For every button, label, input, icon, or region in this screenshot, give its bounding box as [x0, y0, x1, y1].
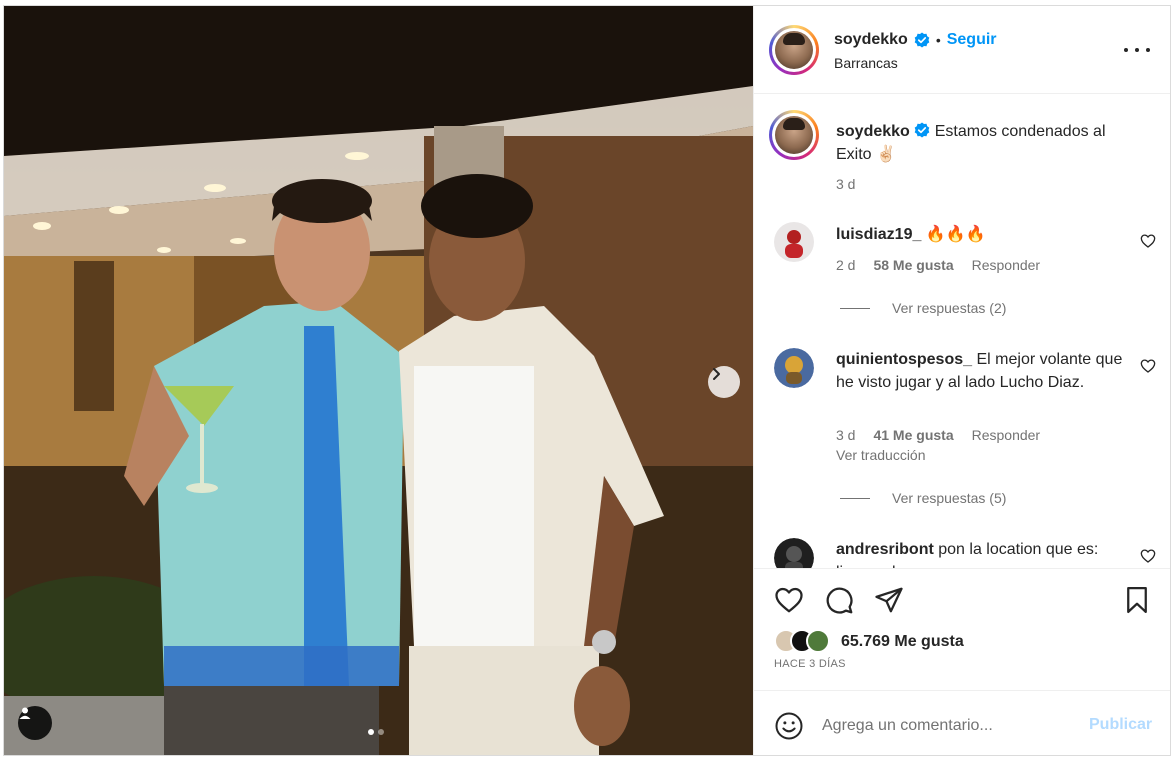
commenter-avatar[interactable]	[774, 222, 814, 262]
comment-text-block: andresribont pon la location que es: liv…	[836, 538, 1136, 568]
save-bookmark-icon[interactable]	[1122, 585, 1152, 615]
comment-likes[interactable]: 58 Me gusta	[873, 257, 953, 273]
likers-avatars[interactable]	[774, 629, 830, 653]
next-photo-button[interactable]	[708, 366, 740, 398]
caption-text-block: soydekko Estamos condenados al Exito ✌🏻	[836, 120, 1136, 166]
view-replies-button[interactable]: Ver respuestas (5)	[840, 490, 1006, 506]
post-actions: 65.769 Me gusta HACE 3 DÍAS	[754, 568, 1170, 690]
comment-likes[interactable]: 41 Me gusta	[873, 427, 953, 443]
comment-text-block: luisdiaz19_ 🔥🔥🔥	[836, 223, 1136, 246]
verified-badge-icon	[914, 32, 930, 48]
author-username[interactable]: soydekko	[834, 31, 908, 49]
author-line: soydekko • Seguir	[834, 31, 997, 49]
caption-meta: 3 d	[836, 176, 855, 192]
verified-badge-icon	[914, 122, 930, 138]
commenter-avatar[interactable]	[774, 538, 814, 568]
carousel-dot	[378, 729, 384, 735]
more-options-button[interactable]	[1124, 40, 1150, 60]
caption-avatar[interactable]	[769, 110, 819, 160]
post-header: soydekko • Seguir Barrancas	[754, 6, 1170, 94]
comment-meta: 2 d 58 Me gusta Responder	[836, 257, 1040, 273]
emoji-icon[interactable]	[774, 711, 804, 741]
publish-comment-button[interactable]: Publicar	[1089, 716, 1152, 734]
view-replies-button[interactable]: Ver respuestas (2)	[840, 300, 1006, 316]
comment-time[interactable]: 3 d	[836, 427, 855, 443]
comments-list[interactable]: soydekko Estamos condenados al Exito ✌🏻 …	[754, 95, 1170, 568]
caption-time[interactable]: 3 d	[836, 176, 855, 192]
follow-button[interactable]: Seguir	[947, 31, 997, 49]
comment-username[interactable]: andresribont	[836, 541, 934, 558]
tagged-users-button[interactable]	[18, 706, 52, 740]
like-heart-icon[interactable]	[774, 585, 804, 615]
likes-count[interactable]: 65.769 Me gusta	[841, 633, 964, 651]
comment-text-block: quinientospesos_ El mejor volante que he…	[836, 348, 1136, 394]
comment-time[interactable]: 2 d	[836, 257, 855, 273]
reply-button[interactable]: Responder	[972, 257, 1041, 273]
comment-like-icon[interactable]	[1140, 233, 1156, 249]
liker-avatar	[806, 629, 830, 653]
replies-divider-line	[840, 307, 870, 309]
comment-username[interactable]: luisdiaz19_	[836, 226, 921, 243]
comment-input[interactable]	[822, 713, 1072, 739]
carousel-indicator	[368, 729, 384, 735]
caption-username[interactable]: soydekko	[836, 123, 910, 140]
share-send-icon[interactable]	[874, 585, 904, 615]
photo-scene	[4, 6, 753, 755]
comment-username[interactable]: quinientospesos_	[836, 351, 972, 368]
carousel-dot-active	[368, 729, 374, 735]
comment-text: 🔥🔥🔥	[925, 226, 986, 243]
author-avatar[interactable]	[769, 25, 819, 75]
commenter-avatar[interactable]	[774, 348, 814, 388]
post-time-ago[interactable]: HACE 3 DÍAS	[774, 658, 846, 670]
view-replies-label: Ver respuestas (5)	[892, 490, 1007, 506]
reply-button[interactable]: Responder	[972, 427, 1041, 443]
post-photo	[4, 6, 753, 755]
post-modal: soydekko • Seguir Barrancas soydekko Est…	[3, 5, 1171, 756]
more-horizontal-icon	[1124, 48, 1128, 52]
comment-like-icon[interactable]	[1140, 548, 1156, 564]
comment-meta: 3 d 41 Me gusta Responder	[836, 427, 1040, 443]
translate-button[interactable]: Ver traducción	[836, 447, 926, 463]
comment-like-icon[interactable]	[1140, 358, 1156, 374]
view-replies-label: Ver respuestas (2)	[892, 300, 1007, 316]
separator-dot: •	[935, 32, 941, 48]
comment-bubble-icon[interactable]	[824, 585, 854, 615]
chevron-right-icon	[713, 368, 720, 380]
add-comment-bar: Publicar	[754, 690, 1170, 755]
replies-divider-line	[840, 497, 870, 499]
post-side-panel: soydekko • Seguir Barrancas soydekko Est…	[753, 6, 1170, 755]
user-icon	[19, 707, 31, 719]
post-location[interactable]: Barrancas	[834, 55, 898, 71]
